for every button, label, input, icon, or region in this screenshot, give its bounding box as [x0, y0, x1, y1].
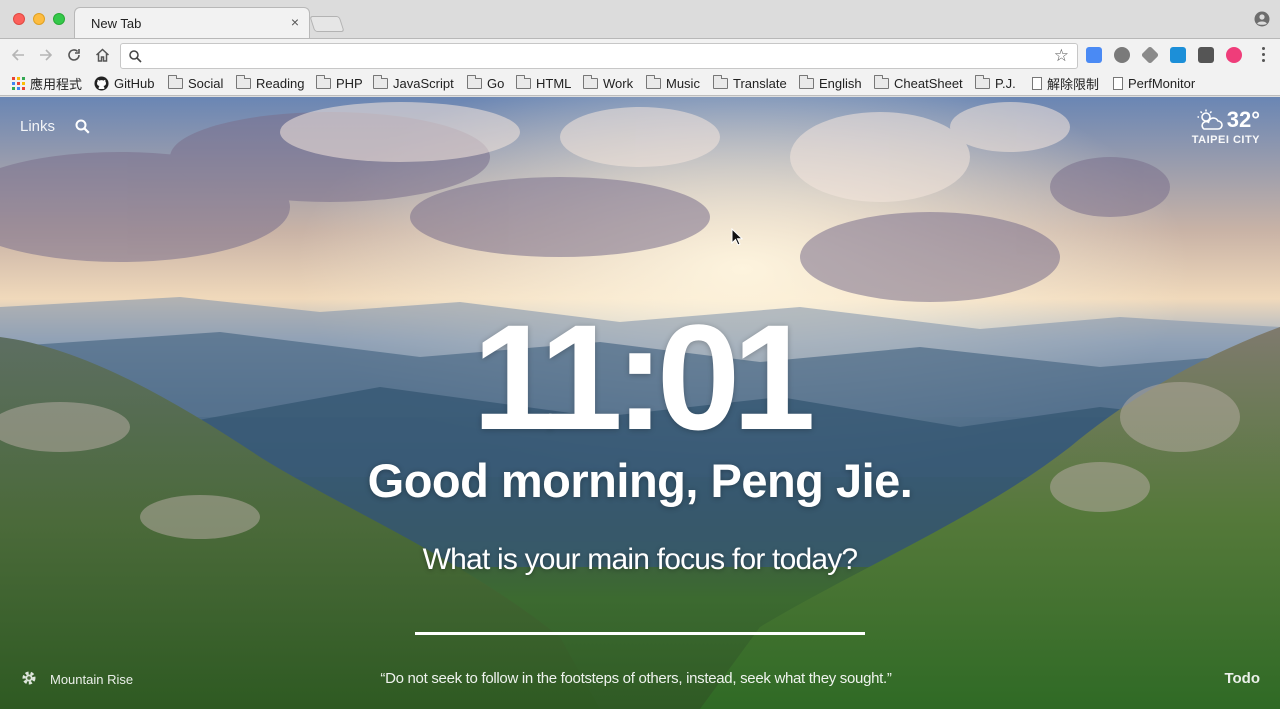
- focus-question: What is your main focus for today?: [422, 543, 858, 576]
- partly-cloudy-icon: [1197, 109, 1223, 130]
- bookmark-folder-work[interactable]: Work: [583, 74, 633, 92]
- reload-icon[interactable]: [64, 45, 84, 65]
- bookmark-label: 應用程式: [30, 76, 83, 92]
- grid-extension-icon[interactable]: [1198, 47, 1214, 63]
- bookmark-label: Reading: [256, 75, 305, 91]
- address-bar[interactable]: ☆: [120, 43, 1078, 69]
- folder-icon: [467, 74, 482, 89]
- weather-temperature: 32°: [1226, 107, 1260, 132]
- tab-title: New Tab: [91, 16, 142, 31]
- bookmark-label: English: [819, 75, 862, 91]
- bookmark-label: Work: [603, 75, 634, 91]
- bookmark-label: Music: [666, 75, 700, 91]
- folder-icon: [799, 74, 814, 89]
- github-icon: [94, 75, 109, 91]
- bookmark-star-icon[interactable]: ☆: [1054, 46, 1069, 66]
- window-close-button[interactable]: [13, 13, 25, 25]
- home-icon[interactable]: [92, 45, 112, 65]
- folder-icon: [516, 74, 531, 89]
- apps-grid-icon: [12, 76, 25, 90]
- bookmark-label: P.J.: [995, 75, 1016, 91]
- greeting-text: Good morning, Peng Jie.: [367, 454, 913, 507]
- page-icon: [1032, 76, 1042, 90]
- bookmark-label: HTML: [536, 75, 572, 91]
- bookmark-label: JavaScript: [393, 75, 454, 91]
- folder-icon: [713, 74, 728, 89]
- browser-menu-icon[interactable]: [1262, 47, 1266, 63]
- omnibox-search-icon: [129, 50, 142, 63]
- bookmark-folder-english[interactable]: English: [799, 74, 862, 92]
- weather-location: TAIPEI CITY: [1191, 134, 1260, 146]
- todo-button[interactable]: Todo: [1224, 670, 1260, 687]
- page-icon: [1113, 76, 1123, 90]
- bookmark-label: CheatSheet: [894, 75, 963, 91]
- bookmark-folder-reading[interactable]: Reading: [236, 74, 304, 92]
- folder-icon: [975, 74, 990, 89]
- tab-close-icon[interactable]: ×: [291, 14, 299, 30]
- tab-new-tab[interactable]: New Tab ×: [74, 7, 310, 38]
- bookmark-folder-html[interactable]: HTML: [516, 74, 571, 92]
- bookmark-folder-javascript[interactable]: JavaScript: [373, 74, 454, 92]
- bookmark-folder-translate[interactable]: Translate: [713, 74, 787, 92]
- bookmark-unlock[interactable]: 解除限制: [1032, 74, 1099, 92]
- bookmark-folder-pj[interactable]: P.J.: [975, 74, 1016, 92]
- bookmark-folder-music[interactable]: Music: [646, 74, 700, 92]
- forward-arrow-icon[interactable]: [36, 45, 56, 65]
- bookmark-label: Go: [487, 75, 505, 91]
- bookmark-label: PHP: [336, 75, 363, 91]
- tab-strip: New Tab ×: [0, 0, 1280, 38]
- bookmark-label: GitHub: [114, 75, 155, 91]
- layers-icon[interactable]: [1140, 45, 1160, 65]
- mouse-cursor-icon: [731, 228, 743, 246]
- clock-time: 11:01: [472, 293, 815, 461]
- profile-icon[interactable]: [1254, 11, 1270, 27]
- bookmark-folder-go[interactable]: Go: [467, 74, 504, 92]
- bookmark-label: PerfMonitor: [1128, 75, 1196, 91]
- links-button[interactable]: Links: [20, 118, 55, 135]
- folder-icon: [373, 74, 388, 89]
- bookmark-github[interactable]: GitHub: [94, 74, 154, 92]
- search-icon[interactable]: [75, 119, 90, 134]
- folder-icon: [646, 74, 661, 89]
- daily-quote: “Do not seek to follow in the footsteps …: [380, 670, 892, 687]
- folder-icon: [316, 74, 331, 89]
- ublock-icon[interactable]: [1114, 47, 1130, 63]
- folder-icon: [236, 74, 251, 89]
- s-extension-icon[interactable]: [1170, 47, 1186, 63]
- bookmark-label: Social: [188, 75, 224, 91]
- focus-input[interactable]: [415, 597, 865, 635]
- google-translate-icon[interactable]: [1086, 47, 1102, 63]
- bookmark-apps[interactable]: 應用程式: [12, 74, 82, 92]
- bookmark-label: 解除限制: [1047, 76, 1100, 92]
- bookmark-perfmonitor[interactable]: PerfMonitor: [1113, 74, 1195, 92]
- bookmark-folder-social[interactable]: Social: [168, 74, 223, 92]
- window-maximize-button[interactable]: [53, 13, 65, 25]
- window-minimize-button[interactable]: [33, 13, 45, 25]
- browser-toolbar: ☆: [0, 38, 1280, 71]
- address-input[interactable]: [149, 47, 1049, 65]
- folder-icon: [583, 74, 598, 89]
- bookmarks-bar: 應用程式 GitHub Social Reading PHP JavaScrip…: [0, 71, 1280, 96]
- bookmark-folder-cheatsheet[interactable]: CheatSheet: [874, 74, 963, 92]
- pink-extension-icon[interactable]: [1226, 47, 1242, 63]
- bookmark-label: Translate: [733, 75, 787, 91]
- new-tab-page: Links 32° TAIPEI CITY 11:01 Good morning…: [0, 97, 1280, 709]
- back-arrow-icon[interactable]: [8, 45, 28, 65]
- folder-icon: [874, 74, 889, 89]
- folder-icon: [168, 74, 183, 89]
- weather-widget[interactable]: 32° TAIPEI CITY: [1192, 107, 1260, 146]
- new-tab-button[interactable]: [309, 16, 345, 32]
- bookmark-folder-php[interactable]: PHP: [316, 74, 363, 92]
